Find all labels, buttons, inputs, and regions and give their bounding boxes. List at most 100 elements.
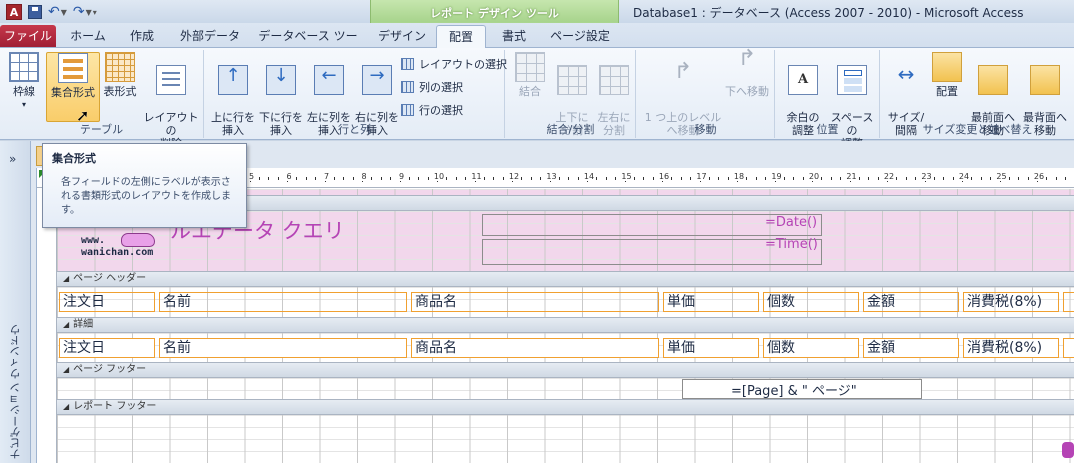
select-layout-button[interactable]: レイアウトの選択 [401, 56, 507, 72]
time-control[interactable]: =Time() [765, 237, 818, 252]
select-layout-icon [401, 58, 414, 70]
field-product[interactable]: 商品名 [411, 338, 659, 358]
report-footer-bar[interactable]: レポート フッター [57, 399, 1074, 415]
page-number-control[interactable]: =[Page] & " ページ" [731, 380, 857, 399]
header-label-product[interactable]: 商品名 [411, 292, 659, 312]
tab-page-setup[interactable]: ページ設定 [542, 25, 618, 47]
ruler-label: 9 [398, 172, 405, 181]
gridlines-button[interactable]: 枠線 ▾ [4, 52, 44, 111]
quick-access-toolbar: A ↶ ▼ ↷ ▼ ▾ [0, 2, 97, 22]
ruler-tick [821, 177, 823, 180]
customize-qat-icon[interactable]: ▾ [93, 8, 97, 17]
ruler-tick [615, 177, 617, 180]
ruler-tick [352, 177, 354, 180]
ruler-label: 17 [696, 172, 707, 181]
tabular-label: 表形式 [103, 85, 137, 98]
date-control[interactable]: =Date() [765, 215, 817, 230]
undo-dropdown-icon[interactable]: ▼ [61, 8, 67, 17]
tab-database-tools[interactable]: データベース ツール [254, 25, 362, 65]
select-layout-label: レイアウトの選択 [419, 58, 507, 71]
ruler-tick [708, 177, 710, 180]
context-tab-title: レポート デザイン ツール [430, 7, 559, 20]
tabular-button[interactable]: 表形式 [100, 52, 140, 98]
ruler-label: 22 [883, 172, 895, 181]
tab-external-data[interactable]: 外部データ [174, 25, 246, 47]
stacked-button[interactable]: 集合形式 [46, 52, 100, 122]
ruler-tick [296, 177, 298, 180]
stacked-icon [58, 53, 88, 83]
ruler-tick [465, 177, 467, 180]
field-quantity[interactable]: 個数 [763, 338, 859, 358]
ruler-tick [371, 177, 373, 180]
detail-section[interactable]: 注文日 名前 商品名 単価 個数 金額 消費税(8%) [57, 333, 1074, 363]
ruler-tick [333, 177, 335, 180]
send-to-back-icon [1030, 65, 1060, 95]
nav-pane-expand-icon[interactable]: » [9, 152, 16, 166]
select-column-icon [401, 81, 414, 93]
move-down-button[interactable]: 下へ移動 [721, 52, 773, 98]
ruler-label: 7 [323, 172, 330, 181]
field-tax[interactable]: 消費税(8%) [963, 338, 1059, 358]
field-overflow[interactable] [1063, 338, 1074, 358]
ruler-tick [727, 177, 729, 180]
ruler-tick [802, 177, 804, 180]
save-icon[interactable] [28, 5, 42, 19]
page-footer-section[interactable]: =[Page] & " ページ" [57, 378, 1074, 400]
navigation-pane[interactable]: » ナビゲーション ウィンドウ [0, 141, 31, 463]
page-header-section[interactable]: 注文日 名前 商品名 単価 個数 金額 消費税(8%) [57, 287, 1074, 317]
select-row-button[interactable]: 行の選択 [401, 102, 463, 118]
gridlines-label: 枠線 [13, 85, 35, 98]
header-label-unit-price[interactable]: 単価 [663, 292, 759, 312]
align-button[interactable]: 配置 [929, 52, 965, 98]
tab-create[interactable]: 作成 [120, 25, 164, 47]
undo-icon[interactable]: ↶ [48, 5, 60, 19]
tooltip-title: 集合形式 [52, 152, 96, 165]
nav-pane-label: ナビゲーション ウィンドウ [9, 323, 22, 460]
ruler-tick [793, 177, 795, 180]
size-space-icon [891, 65, 921, 95]
field-unit-price[interactable]: 単価 [663, 338, 759, 358]
header-label-order-date[interactable]: 注文日 [59, 292, 155, 312]
tab-arrange[interactable]: 配置 [436, 25, 486, 49]
redo-dropdown-icon[interactable]: ▼ [86, 8, 92, 17]
page-header-bar[interactable]: ページ ヘッダー [57, 271, 1074, 287]
header-label-tax[interactable]: 消費税(8%) [963, 292, 1059, 312]
tab-home[interactable]: ホーム [66, 25, 110, 47]
ruler-tick [830, 177, 832, 180]
group-move-label: 移動 [694, 123, 717, 136]
ruler-label: 6 [286, 172, 292, 181]
tab-format[interactable]: 書式 [492, 25, 536, 47]
header-label-overflow[interactable] [1063, 292, 1074, 312]
ruler-tick [765, 177, 767, 180]
control-margins-icon: A [788, 65, 818, 95]
field-name[interactable]: 名前 [159, 338, 407, 358]
page-footer-bar[interactable]: ページ フッター [57, 362, 1074, 378]
access-app-icon[interactable]: A [6, 4, 22, 20]
ruler-tick [540, 177, 542, 180]
ruler-label: 24 [958, 172, 970, 181]
tab-file[interactable]: ファイル [0, 25, 56, 47]
ruler-tick [493, 177, 495, 180]
ruler-tick [483, 177, 485, 180]
ruler-tick [746, 177, 748, 180]
field-order-date[interactable]: 注文日 [59, 338, 155, 358]
tab-design[interactable]: デザイン [374, 25, 430, 47]
field-amount[interactable]: 金額 [863, 338, 959, 358]
group-sizing-ordering-label: サイズ変更と並べ替え [922, 123, 1033, 136]
ruler-tick [643, 177, 645, 180]
ruler-tick [858, 177, 860, 180]
merge-button[interactable]: 結合 [510, 52, 550, 98]
select-column-button[interactable]: 列の選択 [401, 79, 463, 95]
header-label-amount[interactable]: 金額 [863, 292, 959, 312]
detail-bar[interactable]: 詳細 [57, 317, 1074, 333]
ruler-tick [680, 177, 682, 180]
header-label-name[interactable]: 名前 [159, 292, 407, 312]
group-table: 枠線 ▾ 集合形式 表形式 レイアウトの 削除 テーブル [0, 50, 204, 150]
ruler-tick [933, 177, 935, 180]
header-label-quantity[interactable]: 個数 [763, 292, 859, 312]
group-rows-columns: 上に行を 挿入 下に行を 挿入 左に列を 挿入 右に列を 挿入 レイアウトの選択… [205, 50, 507, 138]
redo-icon[interactable]: ↷ [73, 5, 85, 19]
report-footer-section[interactable] [57, 415, 1074, 463]
ruler-label: 5 [248, 172, 255, 181]
group-sizing-ordering: サイズ/ 間隔 配置 最前面へ 移動 最背面へ 移動 サイズ変更と並べ替え [881, 50, 1074, 138]
